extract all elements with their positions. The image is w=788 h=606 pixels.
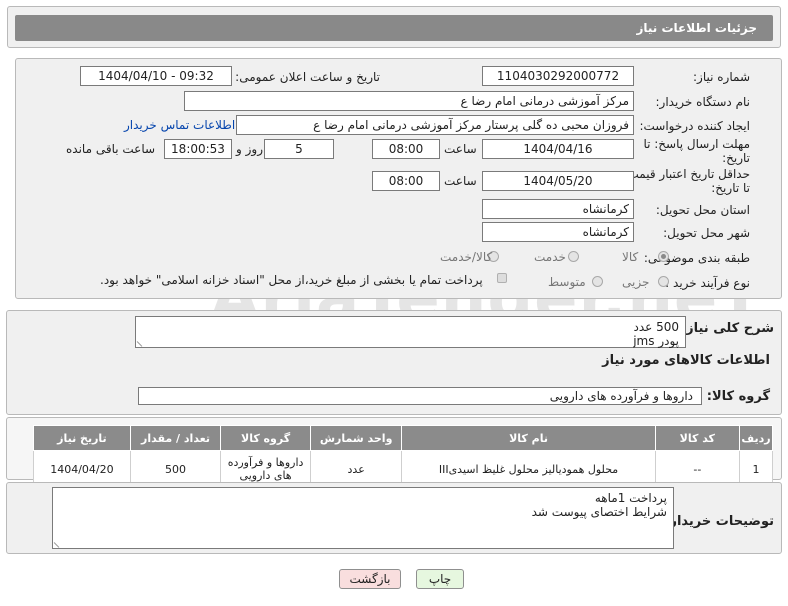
reply-deadline-time-label: ساعت (444, 142, 477, 156)
process-type-label: نوع فرآیند خرید : (665, 276, 750, 290)
page-header-panel: جزئیات اطلاعات نیاز (7, 6, 781, 48)
print-button[interactable]: چاپ (416, 569, 464, 589)
remaining-time-label: ساعت باقی مانده (66, 142, 156, 156)
summary-textarea: 500 عدد پودر jms (135, 316, 686, 348)
col-quantity: تعداد / مقدار (129, 425, 222, 451)
price-deadline-time-field: 08:00 (372, 171, 440, 191)
summary-label: شرح کلی نیاز: (680, 321, 774, 336)
goods-info-title: اطلاعات کالاهای مورد نیاز (602, 353, 770, 368)
process-medium-radio[interactable] (592, 276, 603, 287)
buyer-notes-label: توضیحات خریدار: (664, 514, 774, 529)
reply-deadline-date-field: 1404/04/16 (482, 139, 634, 159)
col-goods-group: گروه کالا (220, 425, 311, 451)
days-label: روز و (236, 142, 263, 156)
summary-line-1: 500 عدد (633, 320, 679, 334)
goods-group-label: گروه کالا: (706, 389, 770, 404)
city-label: شهر محل تحویل: (663, 226, 750, 240)
announce-datetime-label: تاریخ و ساعت اعلان عمومی: (235, 70, 380, 84)
resize-handle-icon[interactable] (53, 537, 65, 548)
col-goods-code: کد کالا (654, 425, 741, 451)
back-button[interactable]: بازگشت (339, 569, 401, 589)
need-number-field: 1104030292000772 (482, 66, 634, 86)
price-deadline-time-label: ساعت (444, 174, 477, 188)
col-goods-name: نام کالا (401, 425, 656, 451)
category-service-radio[interactable] (568, 251, 579, 262)
page-title: جزئیات اطلاعات نیاز (15, 15, 773, 41)
requester-field: فروزان محبی ده گلی پرستار مرکز آموزشی در… (236, 115, 634, 135)
buyer-contact-link[interactable]: اطلاعات تماس خریدار (124, 118, 235, 132)
goods-table: ردیف کد کالا نام کالا واحد شمارش گروه کا… (33, 425, 773, 488)
need-number-label: شماره نیاز: (693, 70, 750, 84)
buyer-org-field: مرکز آموزشی درمانی امام رضا ع (184, 91, 634, 111)
process-minor-radio[interactable] (658, 276, 669, 287)
reply-deadline-time-field: 08:00 (372, 139, 440, 159)
category-goods-label: کالا (622, 250, 639, 264)
goods-table-header-row: ردیف کد کالا نام کالا واحد شمارش گروه کا… (33, 425, 773, 451)
col-need-date: تاریخ نیاز (33, 425, 131, 451)
province-field: کرمانشاه (482, 199, 634, 219)
buyer-notes-line-2: شرایط اختصای پیوست شد (531, 505, 667, 519)
col-row-number: ردیف (739, 425, 773, 451)
process-medium-label: متوسط (548, 275, 586, 289)
category-service-label: خدمت (534, 250, 566, 264)
requester-label: ایجاد کننده درخواست: (639, 119, 750, 133)
category-goods-service-label: کالا/خدمت (440, 250, 493, 264)
price-deadline-date-field: 1404/05/20 (482, 171, 634, 191)
remaining-time-field: 18:00:53 (164, 139, 232, 159)
category-goods-radio[interactable] (658, 251, 669, 262)
buyer-org-label: نام دستگاه خریدار: (655, 95, 751, 109)
process-minor-label: جزیی (622, 275, 650, 289)
reply-deadline-label: مهلت ارسال پاسخ: تا تاریخ: (643, 137, 750, 165)
treasury-payment-checkbox[interactable] (497, 273, 507, 283)
province-label: استان محل تحویل: (655, 203, 750, 217)
remaining-days-field: 5 (264, 139, 334, 159)
buyer-notes-textarea: پرداخت 1ماهه شرایط اختصای پیوست شد (52, 487, 674, 549)
buyer-notes-line-1: پرداخت 1ماهه (594, 491, 667, 505)
summary-line-2: پودر jms (633, 334, 679, 348)
col-unit: واحد شمارش (309, 425, 403, 451)
city-field: کرمانشاه (482, 222, 634, 242)
goods-group-field: داروها و فرآورده های دارویی (138, 387, 702, 405)
treasury-payment-note: پرداخت تمام یا بخشی از مبلغ خرید،از محل … (100, 273, 483, 287)
announce-datetime-field: 1404/04/10 - 09:32 (80, 66, 232, 86)
